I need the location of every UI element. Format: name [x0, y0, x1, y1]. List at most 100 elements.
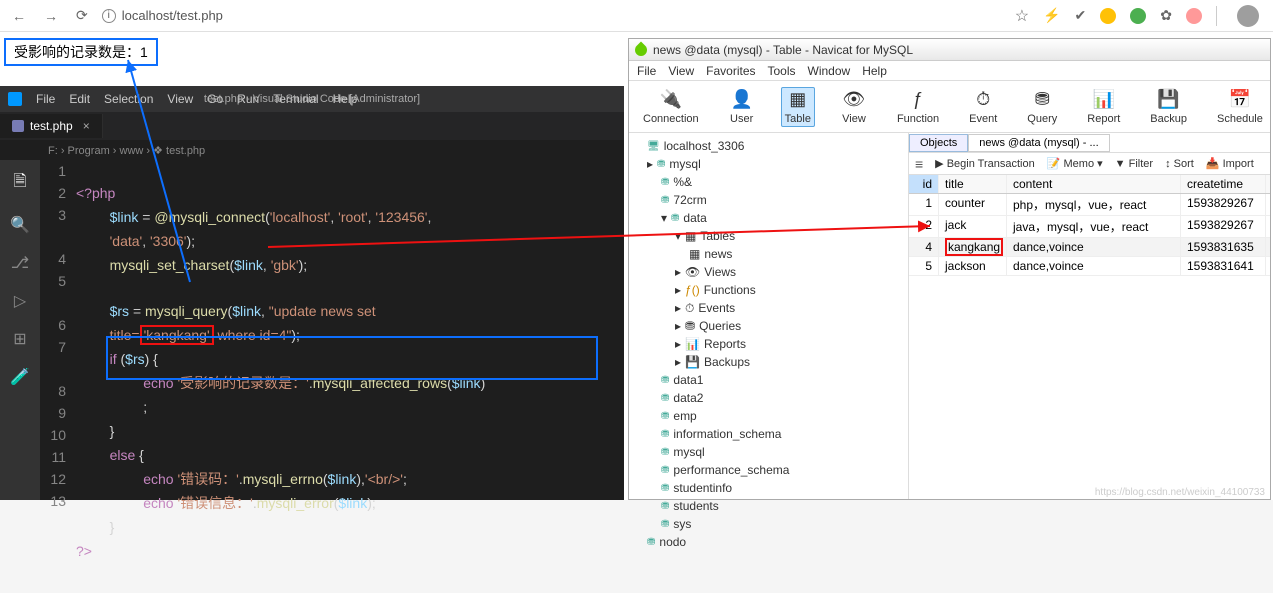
tree-item: ⛃%&: [633, 173, 904, 191]
ext-icon[interactable]: ✔: [1075, 7, 1087, 24]
navicat-window: news @data (mysql) - Table - Navicat for…: [628, 38, 1271, 500]
hamburger-icon[interactable]: ≡: [915, 156, 923, 172]
ext-icon[interactable]: [1100, 8, 1116, 24]
tree-item: ⛃nodo: [633, 533, 904, 551]
menu-help[interactable]: Help: [862, 64, 887, 78]
tree-backups: ▸💾Backups: [633, 353, 904, 371]
table-row: 1counterphp，mysql，vue，react1593829267: [909, 194, 1270, 216]
tree-item: ⛃studentinfo: [633, 479, 904, 497]
activity-bar: 🗎 🔍 ⎇ ▷ ⊞ 🧪: [0, 160, 40, 500]
data-tabs: Objects news @data (mysql) - ...: [909, 133, 1270, 153]
url-text: localhost/test.php: [122, 8, 223, 23]
navicat-toolbar: 🔌Connection 👤User ▦Table 👁View ƒFunction…: [629, 81, 1270, 133]
data-panel: Objects news @data (mysql) - ... ≡ ▶ Beg…: [909, 133, 1270, 499]
report-button[interactable]: 📊Report: [1083, 87, 1124, 127]
affected-rows-output: 受影响的记录数是：1: [4, 38, 158, 66]
view-button[interactable]: 👁View: [837, 87, 871, 127]
user-button[interactable]: 👤User: [725, 87, 759, 127]
explorer-icon[interactable]: 🗎: [14, 170, 27, 197]
php-file-icon: [12, 120, 24, 132]
browser-actions: ☆ ⚡ ✔ ✿: [1015, 5, 1265, 27]
tree-item: ⛃sys: [633, 515, 904, 533]
tree-functions: ▸ƒ()Functions: [633, 281, 904, 299]
vscode-titlebar: File Edit Selection View Go Run Terminal…: [0, 86, 624, 112]
tree-db: ▸⛃mysql: [633, 155, 904, 173]
filter-button[interactable]: ▼ Filter: [1115, 158, 1153, 170]
table-header: id title content createtime: [909, 175, 1270, 194]
event-button[interactable]: ⏱Event: [965, 87, 1001, 127]
table-toolbar: ≡ ▶ Begin Transaction 📝 Memo ▾ ▼ Filter …: [909, 153, 1270, 175]
browser-toolbar: ← → ⟳ i localhost/test.php ☆ ⚡ ✔ ✿: [0, 0, 1273, 32]
navicat-logo-icon: [633, 41, 650, 58]
info-icon[interactable]: i: [102, 9, 116, 23]
tab-objects[interactable]: Objects: [909, 134, 968, 152]
code-editor[interactable]: <?php $link = @mysqli_connect('localhost…: [76, 160, 624, 500]
tree-item: ⛃data1: [633, 371, 904, 389]
tab-label: test.php: [30, 119, 73, 133]
query-button[interactable]: ⛃Query: [1023, 87, 1061, 127]
window-title: test.php - Visual Studio Code [Administr…: [0, 93, 624, 105]
sort-button[interactable]: ↕ Sort: [1165, 158, 1194, 170]
close-tab-icon[interactable]: ×: [83, 119, 90, 133]
tree-reports: ▸📊Reports: [633, 335, 904, 353]
begin-transaction-button[interactable]: ▶ Begin Transaction: [935, 157, 1035, 170]
bookmark-icon[interactable]: ☆: [1015, 6, 1029, 26]
ext-icon[interactable]: ⚡: [1043, 7, 1060, 24]
extensions-icon[interactable]: ⊞: [13, 329, 26, 349]
ext-icon[interactable]: ✿: [1160, 7, 1172, 24]
tree-item: ⛃mysql: [633, 443, 904, 461]
col-title[interactable]: title: [939, 175, 1007, 193]
tree-queries: ▸⛃Queries: [633, 317, 904, 335]
menu-tools[interactable]: Tools: [768, 64, 796, 78]
import-button[interactable]: 📥 Import: [1206, 157, 1254, 170]
backup-button[interactable]: 💾Backup: [1146, 87, 1191, 127]
navicat-menu: File View Favorites Tools Window Help: [629, 61, 1270, 81]
menu-window[interactable]: Window: [808, 64, 851, 78]
connection-button[interactable]: 🔌Connection: [639, 87, 703, 127]
connection-tree[interactable]: 🖥localhost_3306 ▸⛃mysql ⛃%& ⛃72crm ▾⛃dat…: [629, 133, 909, 499]
vscode-tabs: test.php ×: [0, 112, 624, 140]
breadcrumb[interactable]: F: › Program › www › ❖ test.php: [0, 140, 624, 160]
tree-db: ▾⛃data: [633, 209, 904, 227]
tree-item: ⛃72crm: [633, 191, 904, 209]
debug-icon[interactable]: ▷: [14, 291, 26, 311]
col-createtime[interactable]: createtime: [1181, 175, 1266, 193]
highlighted-cell: kangkang: [945, 238, 1003, 256]
back-icon[interactable]: ←: [8, 8, 30, 24]
col-content[interactable]: content: [1007, 175, 1181, 193]
ext-icon[interactable]: [1186, 8, 1202, 24]
menu-file[interactable]: File: [637, 64, 656, 78]
testing-icon[interactable]: 🧪: [10, 367, 30, 387]
tree-item: ⛃performance_schema: [633, 461, 904, 479]
line-numbers: 12345678910111213: [40, 160, 76, 500]
tree-item: ⛃emp: [633, 407, 904, 425]
table-button[interactable]: ▦Table: [781, 87, 815, 127]
tab-news[interactable]: news @data (mysql) - ...: [968, 134, 1109, 152]
vscode-window: File Edit Selection View Go Run Terminal…: [0, 86, 624, 500]
navicat-titlebar: news @data (mysql) - Table - Navicat for…: [629, 39, 1270, 61]
watermark: https://blog.csdn.net/weixin_44100733: [1095, 487, 1265, 498]
tree-views: ▸👁Views: [633, 263, 904, 281]
tree-conn: 🖥localhost_3306: [633, 137, 904, 155]
tree-item: ⛃information_schema: [633, 425, 904, 443]
editor-tab[interactable]: test.php ×: [0, 114, 103, 138]
col-id[interactable]: id: [909, 175, 939, 193]
divider: [1216, 6, 1217, 26]
menu-favorites[interactable]: Favorites: [706, 64, 755, 78]
tree-table-news: ▦news: [633, 245, 904, 263]
memo-button[interactable]: 📝 Memo ▾: [1047, 157, 1103, 170]
highlighted-echo-box: [106, 336, 598, 380]
menu-view[interactable]: View: [668, 64, 694, 78]
forward-icon[interactable]: →: [40, 8, 62, 24]
scm-icon[interactable]: ⎇: [11, 253, 29, 273]
data-grid[interactable]: id title content createtime 1counterphp，…: [909, 175, 1270, 499]
schedule-button[interactable]: 📅Schedule: [1213, 87, 1267, 127]
function-button[interactable]: ƒFunction: [893, 87, 943, 127]
reload-icon[interactable]: ⟳: [72, 7, 92, 24]
search-icon[interactable]: 🔍: [10, 215, 30, 235]
tree-events: ▸⏱Events: [633, 299, 904, 317]
ext-icon[interactable]: [1130, 8, 1146, 24]
window-title: news @data (mysql) - Table - Navicat for…: [653, 43, 913, 57]
profile-icon[interactable]: [1237, 5, 1259, 27]
address-bar[interactable]: i localhost/test.php: [102, 8, 1005, 23]
